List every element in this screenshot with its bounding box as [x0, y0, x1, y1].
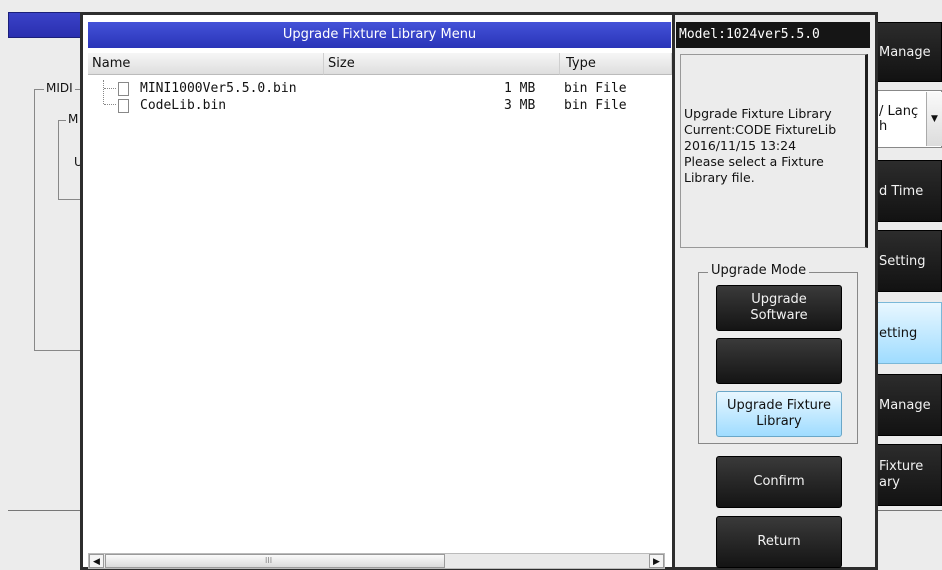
file-type: bin File: [564, 98, 627, 113]
file-icon: [118, 82, 129, 96]
upgrade-mode-blank-button[interactable]: [716, 338, 842, 384]
file-name: MINI1000Ver5.5.0.bin: [140, 81, 297, 96]
list-item[interactable]: CodeLib.bin 3 MB bin File: [90, 97, 664, 115]
horizontal-scrollbar[interactable]: ◀ III ▶: [88, 553, 665, 569]
confirm-label: Confirm: [753, 474, 805, 489]
upgrade-fixture-library-button[interactable]: Upgrade Fixture Library: [716, 391, 842, 437]
inner-group-label: M: [66, 112, 81, 126]
setting-button[interactable]: Setting: [870, 230, 942, 292]
confirm-button[interactable]: Confirm: [716, 456, 842, 508]
scroll-thumb[interactable]: [105, 554, 445, 568]
upgrade-software-button[interactable]: Upgrade Software: [716, 285, 842, 331]
column-header-name[interactable]: Name: [88, 53, 324, 75]
upgrade-fixture-library-label: Upgrade Fixture Library: [727, 398, 831, 429]
list-item[interactable]: MINI1000Ver5.5.0.bin 1 MB bin File: [90, 80, 664, 98]
upgrade-mode-legend: Upgrade Mode: [708, 263, 810, 278]
column-header-type[interactable]: Type: [560, 53, 672, 75]
upgrade-software-label: Upgrade Software: [750, 292, 808, 323]
model-label: Model:1024ver5.5.0: [676, 22, 870, 48]
dialog-title: Upgrade Fixture Library Menu: [88, 22, 671, 48]
right-divider: [870, 510, 942, 511]
file-size: 1 MB: [504, 81, 536, 96]
manage-button[interactable]: Manage: [870, 22, 942, 82]
background-divider: [8, 510, 88, 511]
time-button-label: d Time: [879, 183, 924, 199]
file-icon: [118, 99, 129, 113]
manage-button-label: Manage: [879, 44, 931, 60]
column-header-size[interactable]: Size: [324, 53, 560, 75]
info-message: Upgrade Fixture Library Current:CODE Fix…: [684, 106, 837, 185]
return-button[interactable]: Return: [716, 516, 842, 568]
manage-button-2[interactable]: Manage: [870, 374, 942, 436]
scroll-right-icon[interactable]: ▶: [649, 554, 664, 568]
manage-button-2-label: Manage: [879, 397, 931, 413]
scroll-left-icon[interactable]: ◀: [89, 554, 104, 568]
scroll-grip: III: [265, 556, 273, 565]
time-button[interactable]: d Time: [870, 160, 942, 222]
fixture-library-button-label: Fixture ary: [879, 459, 924, 490]
fixture-library-button[interactable]: Fixture ary: [870, 444, 942, 506]
file-type: bin File: [564, 81, 627, 96]
background-title-bar: [8, 12, 88, 38]
midi-group-label: MIDI: [44, 81, 75, 95]
file-size: 3 MB: [504, 98, 536, 113]
setting-button-label: Setting: [879, 253, 926, 269]
language-select-label: / Lanç h: [879, 104, 919, 134]
chevron-down-icon[interactable]: ▼: [926, 92, 942, 146]
setting-button-active[interactable]: etting: [870, 302, 942, 364]
file-name: CodeLib.bin: [140, 98, 227, 113]
setting-button-active-label: etting: [879, 325, 918, 341]
return-label: Return: [757, 534, 801, 549]
